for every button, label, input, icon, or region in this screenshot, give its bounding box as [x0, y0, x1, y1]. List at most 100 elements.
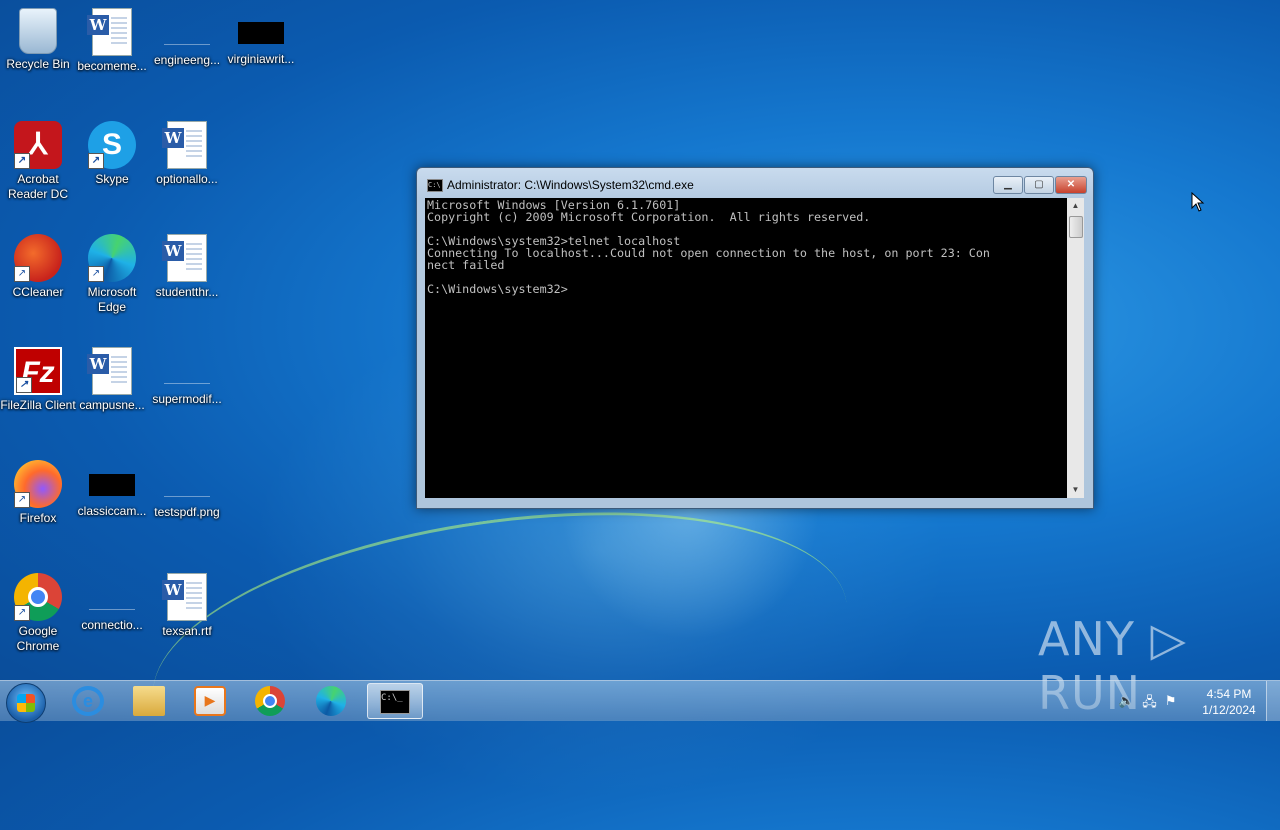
desktop-icon-label: virginiawrit...	[227, 52, 295, 66]
console-text: Microsoft Windows [Version 6.1.7601] Cop…	[427, 198, 990, 296]
word-document-icon: W	[162, 121, 207, 169]
shortcut-arrow-icon: ↗	[16, 377, 32, 393]
scroll-up-icon[interactable]: ▲	[1067, 198, 1084, 214]
taskbar: e ▶ C:\_ 🔈 🖧 ⚑ 4:54 PM 1/12/2024	[0, 680, 1280, 723]
desktop-icon-supermodif[interactable]: supermodif...	[149, 341, 225, 407]
desktop-icon-testspdf[interactable]: testspdf.png	[149, 454, 225, 520]
taskbar-edge[interactable]	[304, 683, 360, 719]
word-document-icon: W	[87, 8, 132, 56]
edge-icon: ↗	[88, 234, 136, 282]
mouse-cursor-icon	[1191, 192, 1205, 212]
desktop-icon-campusne[interactable]: W campusne...	[74, 341, 150, 413]
desktop-icon-label: optionallo...	[156, 172, 218, 186]
desktop-icon-label: FileZilla Client	[0, 398, 76, 412]
blank-thumbnail-icon	[164, 361, 210, 384]
blank-thumbnail-icon	[164, 22, 210, 45]
desktop-icon-acrobat[interactable]: ⅄ ↗ Acrobat Reader DC	[0, 115, 76, 202]
scroll-down-icon[interactable]: ▼	[1067, 482, 1084, 498]
action-center-flag-icon[interactable]: ⚑	[1165, 693, 1177, 715]
taskbar-cmd[interactable]: C:\_	[367, 683, 423, 719]
console-output[interactable]: Microsoft Windows [Version 6.1.7601] Cop…	[425, 198, 1067, 498]
blank-thumbnail-icon	[164, 474, 210, 497]
cmd-icon: C:\	[427, 179, 443, 192]
desktop-icon-recycle-bin[interactable]: Recycle Bin	[0, 2, 76, 72]
taskbar-media-player[interactable]: ▶	[182, 683, 238, 719]
file-explorer-icon	[133, 686, 165, 716]
desktop-icon-label: classiccam...	[77, 504, 147, 518]
desktop-icon-label: Firefox	[19, 511, 57, 525]
black-thumbnail-icon	[238, 22, 284, 44]
minimize-button[interactable]: ▁	[993, 176, 1023, 194]
acrobat-icon: ⅄ ↗	[14, 121, 62, 169]
desktop-icon-label: becomeme...	[77, 59, 147, 73]
media-player-icon: ▶	[194, 686, 226, 716]
blank-thumbnail-icon	[89, 587, 135, 610]
network-icon[interactable]: 🖧	[1142, 693, 1157, 715]
clock[interactable]: 4:54 PM 1/12/2024	[1196, 686, 1262, 718]
cmd-window[interactable]: C:\ Administrator: C:\Windows\System32\c…	[416, 167, 1094, 509]
desktop-icon-texsan[interactable]: W texsan.rtf	[149, 567, 225, 639]
edge-icon	[316, 686, 346, 716]
word-document-icon: W	[87, 347, 132, 395]
chrome-icon: ↗	[14, 573, 62, 621]
shortcut-arrow-icon: ↗	[88, 266, 104, 282]
maximize-button[interactable]: ▢	[1024, 176, 1054, 194]
desktop-icon-label: Acrobat Reader DC	[7, 172, 69, 201]
desktop-icon-firefox[interactable]: ↗ Firefox	[0, 454, 76, 526]
chrome-icon	[255, 686, 285, 716]
desktop-icon-skype[interactable]: S ↗ Skype	[74, 115, 150, 187]
black-thumbnail-icon	[89, 474, 135, 496]
volume-icon[interactable]: 🔈	[1118, 693, 1134, 715]
window-controls: ▁ ▢ ✕	[993, 176, 1087, 194]
desktop-icon-ccleaner[interactable]: ↗ CCleaner	[0, 228, 76, 300]
ccleaner-icon: ↗	[14, 234, 62, 282]
shortcut-arrow-icon: ↗	[14, 266, 30, 282]
taskbar-internet-explorer[interactable]: e	[60, 683, 116, 719]
show-desktop-button[interactable]	[1266, 681, 1280, 721]
desktop-icon-label: testspdf.png	[154, 505, 220, 519]
vertical-scrollbar[interactable]: ▲ ▼	[1067, 198, 1084, 498]
skype-icon: S ↗	[88, 121, 136, 169]
desktop-icon-label: Microsoft Edge	[87, 285, 137, 314]
desktop-icon-label: Google Chrome	[16, 624, 60, 653]
shortcut-arrow-icon: ↗	[14, 605, 30, 621]
taskbar-file-explorer[interactable]	[121, 683, 177, 719]
taskbar-chrome[interactable]	[243, 683, 299, 719]
desktop-icon-label: Recycle Bin	[6, 57, 70, 71]
word-document-icon: W	[162, 573, 207, 621]
desktop-icon-engineeng[interactable]: engineeng...	[149, 2, 225, 68]
internet-explorer-icon: e	[72, 686, 104, 716]
desktop-icon-label: studentthr...	[155, 285, 219, 299]
desktop-icon-connectio[interactable]: connectio...	[74, 567, 150, 633]
window-title: Administrator: C:\Windows\System32\cmd.e…	[447, 178, 694, 192]
start-button[interactable]	[6, 683, 46, 723]
filezilla-icon: Fz ↗	[14, 347, 62, 395]
desktop-icon-virginiawrit[interactable]: virginiawrit...	[223, 2, 299, 67]
desktop-icon-optionallo[interactable]: W optionallo...	[149, 115, 225, 187]
system-tray: 🔈 🖧 ⚑	[1118, 693, 1176, 715]
clock-date: 1/12/2024	[1202, 703, 1256, 717]
desktop-icon-label: Skype	[95, 172, 129, 186]
desktop-icon-label: connectio...	[81, 618, 143, 632]
desktop-icon-label: CCleaner	[12, 285, 64, 299]
shortcut-arrow-icon: ↗	[14, 492, 30, 508]
desktop-icon-studentthr[interactable]: W studentthr...	[149, 228, 225, 300]
desktop-icon-chrome[interactable]: ↗ Google Chrome	[0, 567, 76, 654]
desktop-icon-label: campusne...	[79, 398, 145, 412]
clock-time: 4:54 PM	[1206, 687, 1252, 701]
close-button[interactable]: ✕	[1055, 176, 1087, 194]
desktop-icon-label: supermodif...	[152, 392, 222, 406]
word-document-icon: W	[162, 234, 207, 282]
desktop-icon-classiccam[interactable]: classiccam...	[74, 454, 150, 519]
desktop-icon-filezilla[interactable]: Fz ↗ FileZilla Client	[0, 341, 76, 413]
desktop-icon-label: engineeng...	[153, 53, 221, 67]
cmd-icon: C:\_	[380, 690, 410, 714]
desktop-icon-becomeme[interactable]: W becomeme...	[74, 2, 150, 74]
scroll-thumb[interactable]	[1069, 216, 1083, 238]
shortcut-arrow-icon: ↗	[88, 153, 104, 169]
desktop-icon-label: texsan.rtf	[162, 624, 212, 638]
windows-logo-icon	[17, 694, 35, 712]
firefox-icon: ↗	[14, 460, 62, 508]
desktop-icon-edge[interactable]: ↗ Microsoft Edge	[74, 228, 150, 315]
recycle-bin-icon	[19, 8, 57, 54]
